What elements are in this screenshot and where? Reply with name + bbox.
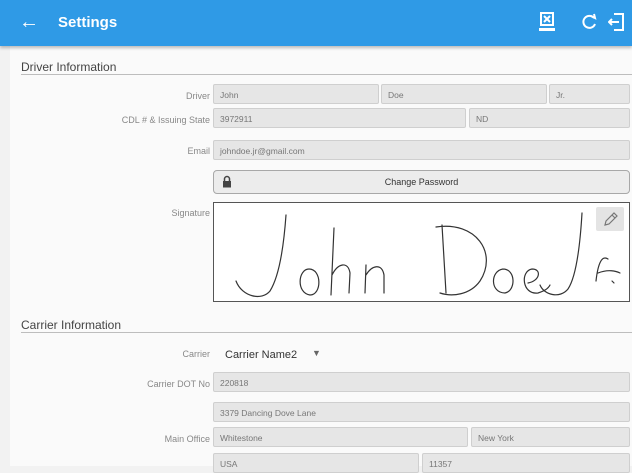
carrier-section-title: Carrier Information — [21, 318, 122, 332]
state-field[interactable]: New York — [471, 427, 630, 447]
zip-field[interactable]: 11357 — [422, 453, 630, 473]
section-divider — [21, 332, 632, 333]
main-office-label: Main Office — [164, 434, 210, 444]
carrier-label: Carrier — [182, 349, 210, 359]
driver-label: Driver — [186, 91, 210, 101]
carrier-dropdown[interactable]: Carrier Name2 ▼ — [225, 345, 325, 361]
email-field[interactable]: johndoe.jr@gmail.com — [213, 140, 630, 160]
country-field[interactable]: USA — [213, 453, 419, 473]
cdl-number-field[interactable]: 3972911 — [213, 108, 466, 128]
handwritten-signature — [235, 212, 621, 298]
driver-section-title: Driver Information — [21, 60, 117, 74]
dot-number-label: Carrier DOT No — [147, 379, 210, 389]
carrier-value: Carrier Name2 — [225, 349, 298, 361]
first-name-field[interactable]: John — [213, 84, 379, 104]
dot-number-field[interactable]: 220818 — [213, 372, 630, 392]
suffix-field[interactable]: Jr. — [549, 84, 630, 104]
email-label: Email — [187, 146, 210, 156]
document-x-icon[interactable] — [538, 11, 556, 38]
edit-signature-button[interactable] — [596, 207, 624, 231]
page-title: Settings — [58, 14, 118, 31]
city-field[interactable]: Whitestone — [213, 427, 468, 447]
section-divider — [21, 74, 632, 75]
cdl-label: CDL # & Issuing State — [121, 115, 210, 125]
caret-down-icon: ▼ — [312, 348, 321, 358]
pencil-icon — [596, 212, 624, 235]
cdl-state-field[interactable]: ND — [469, 108, 630, 128]
change-password-label: Change Password — [384, 177, 459, 187]
back-arrow-icon[interactable]: ← — [19, 11, 39, 33]
refresh-icon[interactable] — [580, 11, 598, 38]
change-password-button[interactable]: Change Password — [213, 170, 630, 194]
signature-pad[interactable] — [213, 202, 630, 302]
logout-icon[interactable] — [607, 11, 626, 38]
address-field[interactable]: 3379 Dancing Dove Lane — [213, 402, 630, 422]
app-bar: ← Settings — [0, 0, 632, 46]
last-name-field[interactable]: Doe — [381, 84, 547, 104]
settings-content: Driver Information Driver John Doe Jr. C… — [10, 46, 632, 473]
signature-label: Signature — [171, 208, 210, 218]
